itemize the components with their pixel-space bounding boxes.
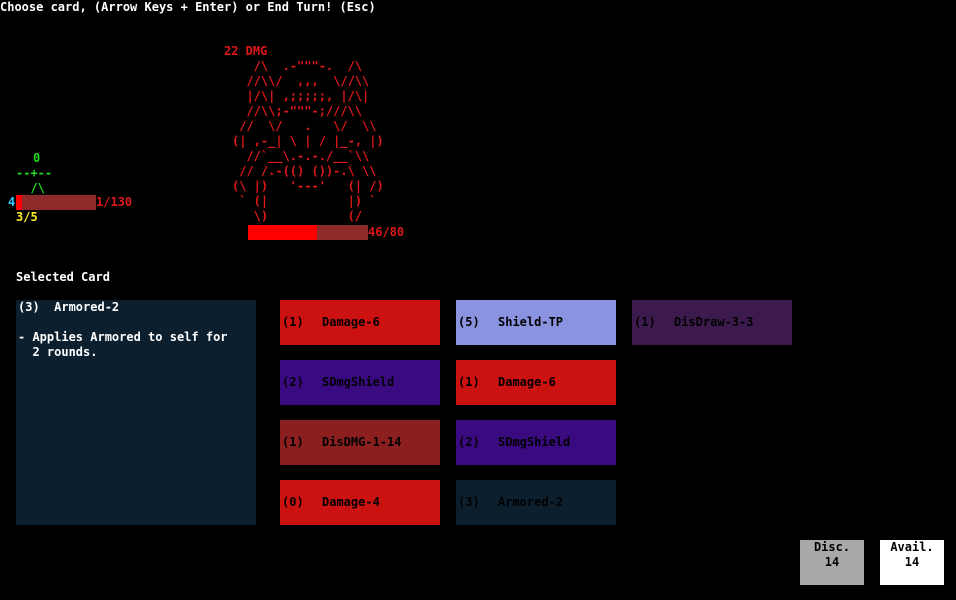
card-cost: (2) [282,375,304,389]
card-name: SDmgShield [322,375,395,389]
card-name: Shield-TP [498,315,564,329]
instruction-prompt: Choose card, (Arrow Keys + Enter) or End… [0,0,376,14]
card[interactable]: (1) DisDMG-1-14 [280,420,440,465]
discard-pile-label: Disc. [813,540,851,554]
card[interactable]: (5) Shield-TP [456,300,616,345]
card-cost: (1) [282,435,304,449]
card-name: DisDraw-3-3 [674,315,754,329]
card-cost: (5) [458,315,480,329]
card-cost: (2) [458,435,480,449]
card-name: Armored-2 [498,495,564,509]
card-name: Damage-6 [322,315,380,329]
player-ascii-art: --+-- /\ [16,166,53,195]
enemy-health-fill [248,225,317,240]
player-health-text: 1/130 [96,195,133,209]
discard-pile: Disc. 14 [800,540,864,585]
card[interactable]: (1) Damage-6 [456,360,616,405]
selected-card-description: - Applies Armored to self for 2 rounds. [18,330,228,359]
player-health-bar [16,195,96,210]
card[interactable]: (2) SDmgShield [280,360,440,405]
card-name: Damage-6 [498,375,556,389]
enemy-ascii-art: /\ .-"""-. /\ //\\/ ,,, \//\\ |/\| ,;;;;… [232,59,384,223]
card[interactable]: (1) DisDraw-3-3 [632,300,792,345]
card-name: Damage-4 [322,495,380,509]
player-status-counter: 0 [33,151,41,165]
selected-card-heading: Selected Card [16,270,110,284]
available-pile-count: 14 [904,555,920,569]
card[interactable]: (0) Damage-4 [280,480,440,525]
discard-pile-count: 14 [824,555,840,569]
selected-card-panel: (3) Armored-2 - Applies Armored to self … [16,300,256,525]
card-cost: (1) [458,375,480,389]
card[interactable]: (3) Armored-2 [456,480,616,525]
card-cost: (3) [458,495,480,509]
enemy-health-text: 46/80 [368,225,405,239]
available-pile-label: Avail. [890,540,934,554]
enemy-intent-damage: 22 DMG [224,44,268,58]
card-cost: (1) [282,315,304,329]
player-shield-value: 4 [8,195,16,209]
card[interactable]: (1) Damage-6 [280,300,440,345]
selected-card-title: (3) Armored-2 [18,300,120,314]
player-energy: 3/5 [16,210,38,224]
card-cost: (1) [634,315,656,329]
card-cost: (0) [282,495,304,509]
player-health-fill [16,195,22,210]
available-pile: Avail. 14 [880,540,944,585]
enemy-health-bar [248,225,368,240]
card-name: DisDMG-1-14 [322,435,402,449]
card[interactable]: (2) SDmgShield [456,420,616,465]
card-name: SDmgShield [498,435,571,449]
